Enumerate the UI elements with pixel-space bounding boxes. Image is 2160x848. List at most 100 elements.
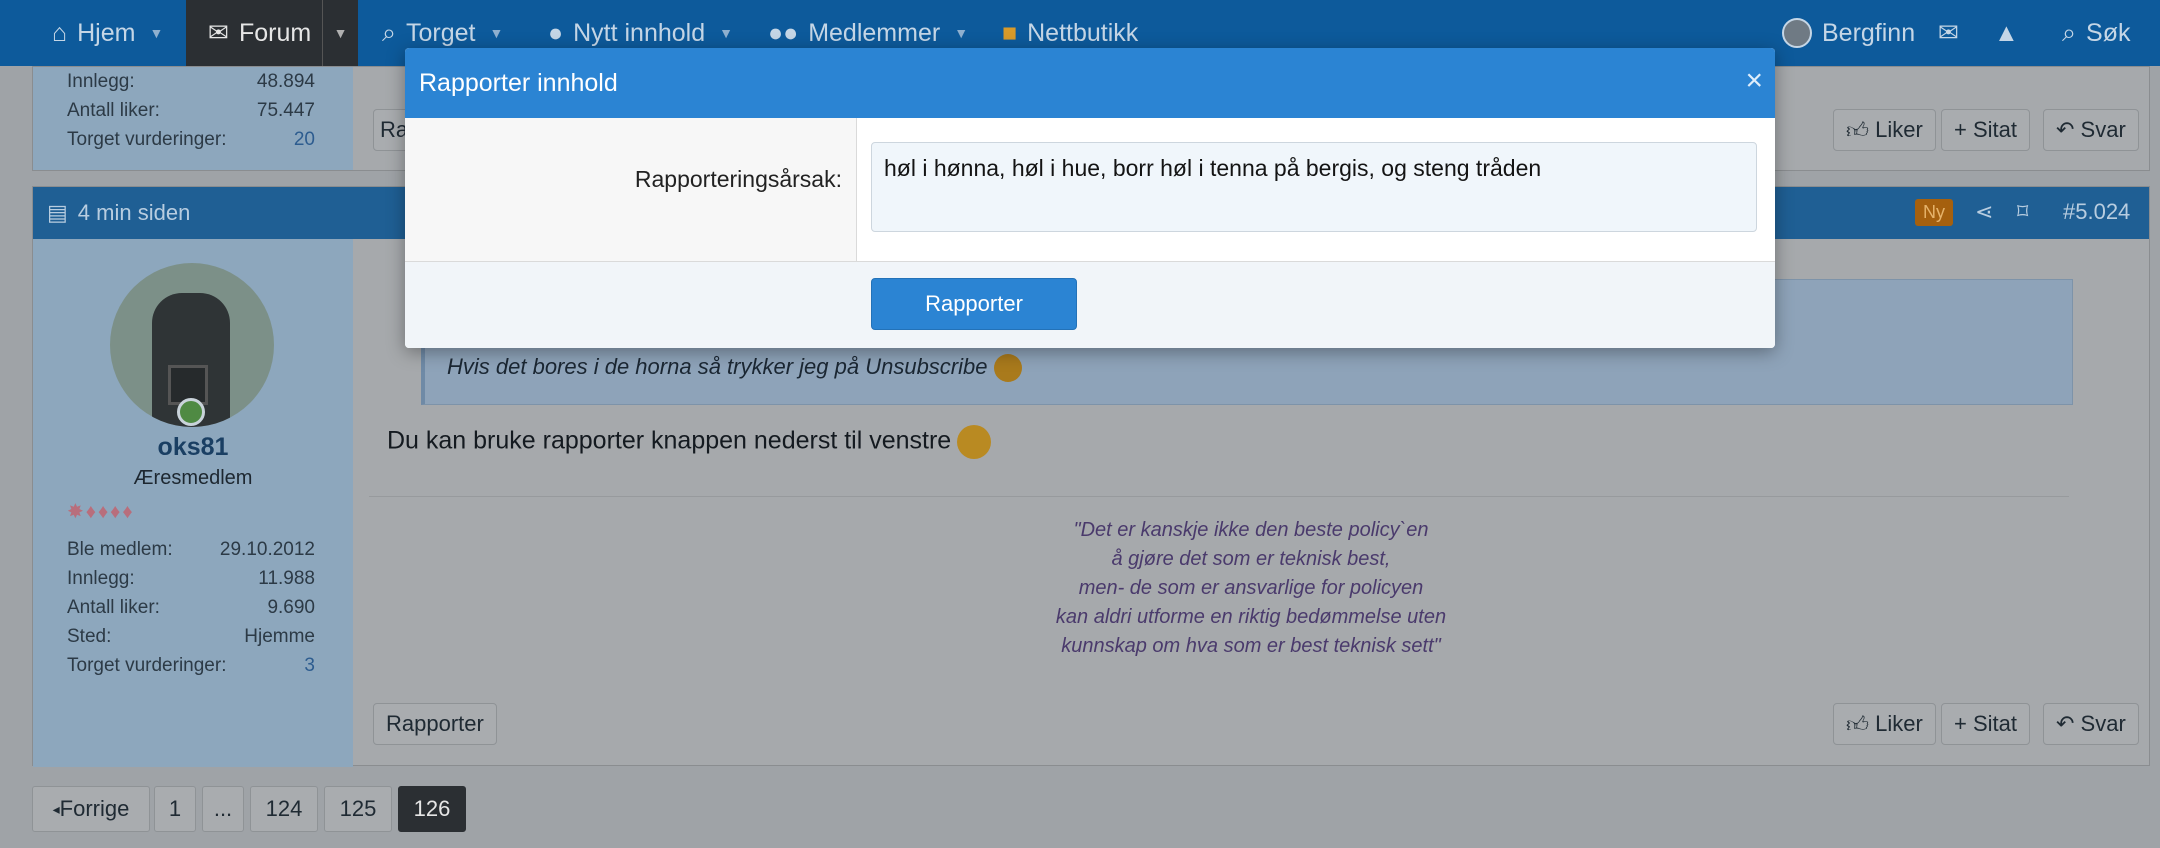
chevron-down-icon[interactable]: ▼: [719, 25, 733, 41]
envelope-icon[interactable]: ✉: [1938, 0, 1959, 66]
reply-button[interactable]: ↶ Svar: [2043, 109, 2139, 151]
stat-value-link[interactable]: 20: [165, 129, 315, 151]
search-dollar-icon: ⌕: [382, 18, 397, 47]
like-label: Liker: [1875, 117, 1923, 142]
quote-button[interactable]: + Sitat: [1941, 703, 2030, 745]
close-icon[interactable]: ×: [1745, 64, 1763, 98]
modal-field-column: høl i hønna, høl i hue, borr høl i tenna…: [857, 118, 1775, 262]
pagination-ellipsis[interactable]: ...: [202, 786, 244, 832]
trophy-icon: ✸♦♦♦♦: [67, 501, 135, 523]
weary-emoji-icon: [993, 354, 1022, 383]
modal-label-column: Rapporteringsårsak:: [405, 118, 857, 262]
quote-button[interactable]: + Sitat: [1941, 109, 2030, 151]
stat-label: Antall liker:: [67, 597, 160, 618]
home-icon: ⌂: [52, 18, 68, 47]
nav-search[interactable]: ⌕ Søk: [2062, 0, 2130, 66]
reply-button[interactable]: ↶ Svar: [2043, 703, 2139, 745]
search-icon: ⌕: [2062, 18, 2077, 47]
reply-label: Svar: [2080, 711, 2126, 736]
nav-home[interactable]: ⌂ Hjem ▼: [52, 0, 163, 66]
lightbulb-icon: ●: [548, 18, 564, 47]
like-button[interactable]: 👍︎ Liker: [1833, 109, 1936, 151]
nav-forum-dropdown[interactable]: ▼: [322, 0, 358, 66]
pagination-prev[interactable]: ◂ Forrige: [32, 786, 150, 832]
new-badge: Ny: [1915, 199, 1953, 226]
chevron-down-icon[interactable]: ▼: [490, 25, 504, 41]
chevron-down-icon[interactable]: ▼: [149, 25, 163, 41]
chevron-down-icon[interactable]: ▼: [954, 25, 968, 41]
bell-icon[interactable]: ▲: [1994, 0, 2019, 66]
pagination-current-page[interactable]: 126: [398, 786, 466, 832]
stat-label: Sted:: [67, 626, 112, 647]
quote-label: Sitat: [1972, 711, 2017, 736]
reply-label: Svar: [2080, 117, 2126, 142]
comments-icon: ✉: [208, 19, 229, 47]
quote-text: Hvis det bores i de horna så trykker jeg…: [447, 354, 1022, 383]
chevron-down-icon: ▼: [333, 25, 348, 41]
like-label: Liker: [1875, 711, 1923, 736]
stat-value: Hjemme: [244, 626, 315, 647]
post-message: Du kan bruke rapporter knappen nederst t…: [387, 425, 992, 459]
nav-search-label: Søk: [2086, 18, 2131, 47]
plus-icon: +: [1954, 711, 1973, 736]
thumbs-up-icon: 👍︎: [1846, 117, 1876, 143]
report-reason-label: Rapporteringsårsak:: [634, 166, 842, 192]
nav-forum[interactable]: ✉ Forum: [186, 0, 322, 66]
nav-user[interactable]: Bergfinn: [1782, 0, 1915, 66]
nav-new-content-label: Nytt innhold: [573, 18, 706, 47]
signature-line: kunnskap om hva som er best teknisk sett…: [1061, 635, 1441, 657]
nav-torget-label: Torget: [406, 18, 476, 47]
avatar: [1782, 18, 1812, 48]
bookmark-icon[interactable]: ⌑: [2017, 199, 2028, 225]
stat-label: Innlegg:: [67, 568, 135, 589]
nav-members-label: Medlemmer: [808, 18, 941, 47]
signature-line: å gjøre det som er teknisk best,: [1111, 548, 1391, 570]
online-indicator: [177, 398, 205, 426]
reply-icon: ↶: [2056, 711, 2081, 736]
share-icon[interactable]: ⋖: [1975, 199, 1993, 225]
report-button[interactable]: Rapporter: [373, 703, 497, 745]
stat-value: 9.690: [267, 597, 315, 618]
nav-home-label: Hjem: [77, 18, 136, 47]
report-reason-input[interactable]: høl i hønna, høl i hue, borr høl i tenna…: [871, 142, 1757, 232]
quote-label: Sitat: [1972, 117, 2017, 142]
signature-line: men- de som er ansvarlige for policyen: [1078, 577, 1424, 599]
stat-value: 48.894: [256, 71, 315, 92]
pagination-page[interactable]: 124: [250, 786, 318, 832]
user-title: Æresmedlem: [133, 467, 253, 489]
submit-report-button[interactable]: Rapporter: [871, 278, 1077, 330]
signature-line: kan aldri utforme en riktig bedømmelse u…: [1055, 606, 1447, 628]
nav-shop-label: Nettbutikk: [1027, 18, 1139, 47]
modal-footer: Rapporter: [405, 262, 1775, 348]
modal-title: Rapporter innhold: [419, 68, 618, 97]
nav-user-label: Bergfinn: [1822, 18, 1916, 47]
reply-icon: ↶: [2056, 117, 2081, 142]
stat-value: 75.447: [256, 100, 315, 121]
username[interactable]: oks81: [33, 433, 353, 462]
stat-value: 11.988: [258, 568, 315, 589]
report-modal: Rapporter innhold × Rapporteringsårsak: …: [405, 48, 1775, 348]
stat-label: Ble medlem:: [67, 539, 173, 560]
previous-post-userinfo: Innlegg: 48.894 Antall liker: 75.447 Tor…: [33, 67, 353, 170]
post-userinfo: oks81 Æresmedlem ✸♦♦♦♦ Ble medlem: 29.10…: [33, 239, 353, 767]
stat-value-link[interactable]: 3: [165, 655, 315, 677]
chevron-left-icon: ◂: [52, 800, 60, 817]
stat-label: Innlegg:: [67, 71, 135, 92]
file-icon: ▤: [47, 200, 68, 225]
plus-icon: +: [1954, 117, 1973, 142]
pagination-page[interactable]: 125: [324, 786, 392, 832]
stat-value: 29.10.2012: [219, 539, 315, 560]
stat-label: Antall liker:: [67, 100, 160, 121]
nav-forum-label: Forum: [238, 18, 312, 47]
signature-line: "Det er kanskje ikke den beste policy`en: [1073, 519, 1429, 541]
thumbs-up-icon: 👍︎: [1846, 711, 1876, 737]
post-time[interactable]: 4 min siden: [78, 200, 191, 226]
modal-header: Rapporter innhold ×: [405, 48, 1775, 118]
like-button[interactable]: 👍︎ Liker: [1833, 703, 1936, 745]
post-number[interactable]: #5.024: [2063, 199, 2130, 225]
signature-divider: [369, 496, 2069, 497]
users-icon: ●●: [768, 18, 799, 47]
pagination-page[interactable]: 1: [154, 786, 196, 832]
smiley-icon: [957, 425, 992, 459]
store-icon: ■: [1002, 18, 1018, 47]
